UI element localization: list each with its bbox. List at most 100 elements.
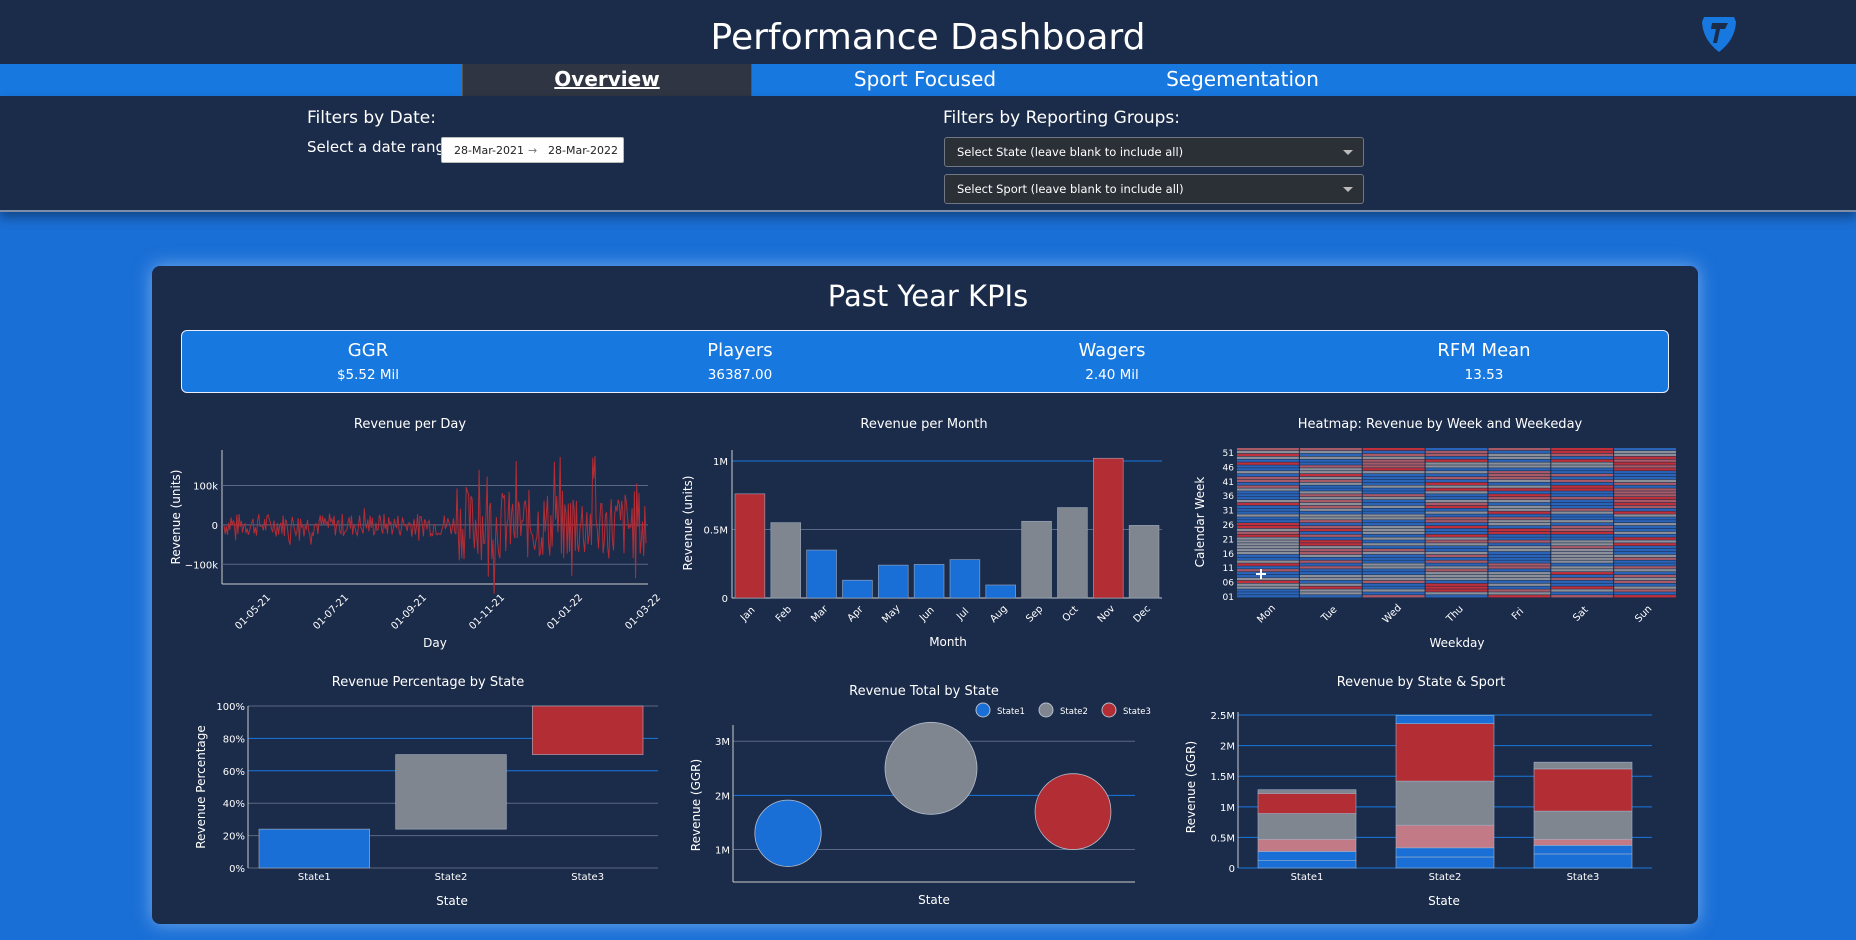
y-tick-label: 0 <box>212 521 218 532</box>
x-tick-label: Aug <box>988 603 1010 625</box>
heatmap-cell <box>1425 574 1488 578</box>
heatmap-cell <box>1551 543 1614 546</box>
heatmap-cell <box>1551 514 1614 517</box>
heatmap-cell <box>1425 508 1488 511</box>
heatmap-cell <box>1237 543 1299 546</box>
bar <box>1093 457 1124 599</box>
heatmap-cell <box>1551 572 1614 575</box>
stack-segment <box>1533 845 1633 855</box>
heatmap-cell <box>1299 468 1362 471</box>
heatmap-cell <box>1362 563 1425 566</box>
stack-segment <box>1533 810 1633 840</box>
heatmap-cell <box>1551 473 1614 477</box>
heatmap-cell <box>1551 586 1614 589</box>
heatmap-cell <box>1425 505 1488 508</box>
heatmap-cell <box>1237 497 1299 500</box>
heatmap-cell <box>1614 453 1676 457</box>
heatmap-cell <box>1614 540 1676 543</box>
heatmap-cell <box>1614 517 1676 520</box>
y-tick-label: 41 <box>1223 478 1234 488</box>
heatmap-cell <box>1614 508 1676 511</box>
heatmap-cell <box>1299 465 1362 468</box>
heatmap-cell <box>1614 534 1676 537</box>
heatmap-cell <box>1237 465 1299 468</box>
heatmap-cell <box>1425 465 1488 468</box>
heatmap-cell <box>1237 572 1299 575</box>
heatmap-cell <box>1488 462 1551 465</box>
heatmap-cell <box>1237 540 1299 543</box>
bar <box>985 584 1016 599</box>
heatmap-cell <box>1237 534 1299 537</box>
heatmap-cell <box>1425 450 1488 454</box>
heatmap-cell <box>1299 453 1362 457</box>
heatmap-cell <box>1362 450 1425 454</box>
heatmap-cell <box>1299 540 1362 543</box>
x-tick-label: State3 <box>571 872 604 883</box>
axis-label: Revenue (units) <box>169 470 183 565</box>
heatmap-cell <box>1551 525 1614 529</box>
heatmap-cell <box>1551 563 1614 566</box>
heatmap-cell <box>1237 505 1299 508</box>
heatmap-cell <box>1299 557 1362 560</box>
heatmap-cell <box>1614 485 1676 488</box>
heatmap-cell <box>1551 459 1614 462</box>
stack-segment <box>1257 851 1357 861</box>
bar <box>806 549 837 599</box>
x-tick-label: Tue <box>1319 604 1340 625</box>
y-tick-label: −100k <box>185 560 218 571</box>
bubble <box>754 799 822 867</box>
heatmap-cell <box>1299 520 1362 523</box>
heatmap-cell <box>1425 589 1488 592</box>
heatmap-cell <box>1425 502 1488 506</box>
heatmap-cell <box>1488 534 1551 537</box>
heatmap-cell <box>1614 557 1676 560</box>
heatmap-cell <box>1488 523 1551 526</box>
stack-segment <box>1257 813 1357 840</box>
heatmap-cell <box>1299 502 1362 506</box>
heatmap-cell <box>1299 546 1362 549</box>
heatmap-cell <box>1425 453 1488 457</box>
heatmap-cell <box>1362 583 1425 586</box>
heatmap-cell <box>1425 548 1488 552</box>
heatmap-cell <box>1614 514 1676 517</box>
heatmap-cell <box>1488 476 1551 480</box>
y-tick-label: 2.5M <box>1210 711 1235 722</box>
heatmap-cell <box>1237 537 1299 540</box>
heatmap-cell <box>1551 534 1614 537</box>
legend-label: State3 <box>1123 707 1151 717</box>
heatmap-cell <box>1299 485 1362 488</box>
heatmap-cell <box>1299 566 1362 569</box>
heatmap-cell <box>1362 572 1425 575</box>
bar <box>842 579 873 599</box>
heatmap-cell <box>1237 595 1299 598</box>
heatmap-cell <box>1614 497 1676 500</box>
stack-segment <box>1533 761 1633 770</box>
y-tick-label: 0.5M <box>703 525 728 536</box>
heatmap-cell <box>1488 595 1551 598</box>
heatmap-cell <box>1299 499 1362 503</box>
heatmap-cell <box>1551 595 1614 598</box>
bar <box>395 754 507 830</box>
heatmap-cell <box>1362 595 1425 598</box>
heatmap-cell <box>1362 560 1425 563</box>
y-tick-label: 21 <box>1223 535 1234 545</box>
heatmap-cell <box>1237 456 1299 459</box>
heatmap-cell <box>1237 517 1299 520</box>
heatmap-cell <box>1488 491 1551 494</box>
heatmap-cell <box>1237 448 1299 451</box>
heatmap-cell <box>1425 557 1488 560</box>
heatmap-cell <box>1425 592 1488 595</box>
heatmap-cell <box>1551 456 1614 459</box>
heatmap-cell <box>1299 574 1362 578</box>
heatmap-cell <box>1425 482 1488 485</box>
legend-label: State1 <box>997 707 1025 717</box>
heatmap-cell <box>1551 476 1614 480</box>
y-tick-label: 100k <box>193 481 218 492</box>
heatmap-cell <box>1425 511 1488 514</box>
heatmap-cell <box>1614 491 1676 494</box>
heatmap-cell <box>1551 471 1614 474</box>
heatmap-cell <box>1362 488 1425 491</box>
heatmap-cell <box>1362 569 1425 572</box>
heatmap-cell <box>1614 574 1676 578</box>
heatmap-cell <box>1362 520 1425 523</box>
